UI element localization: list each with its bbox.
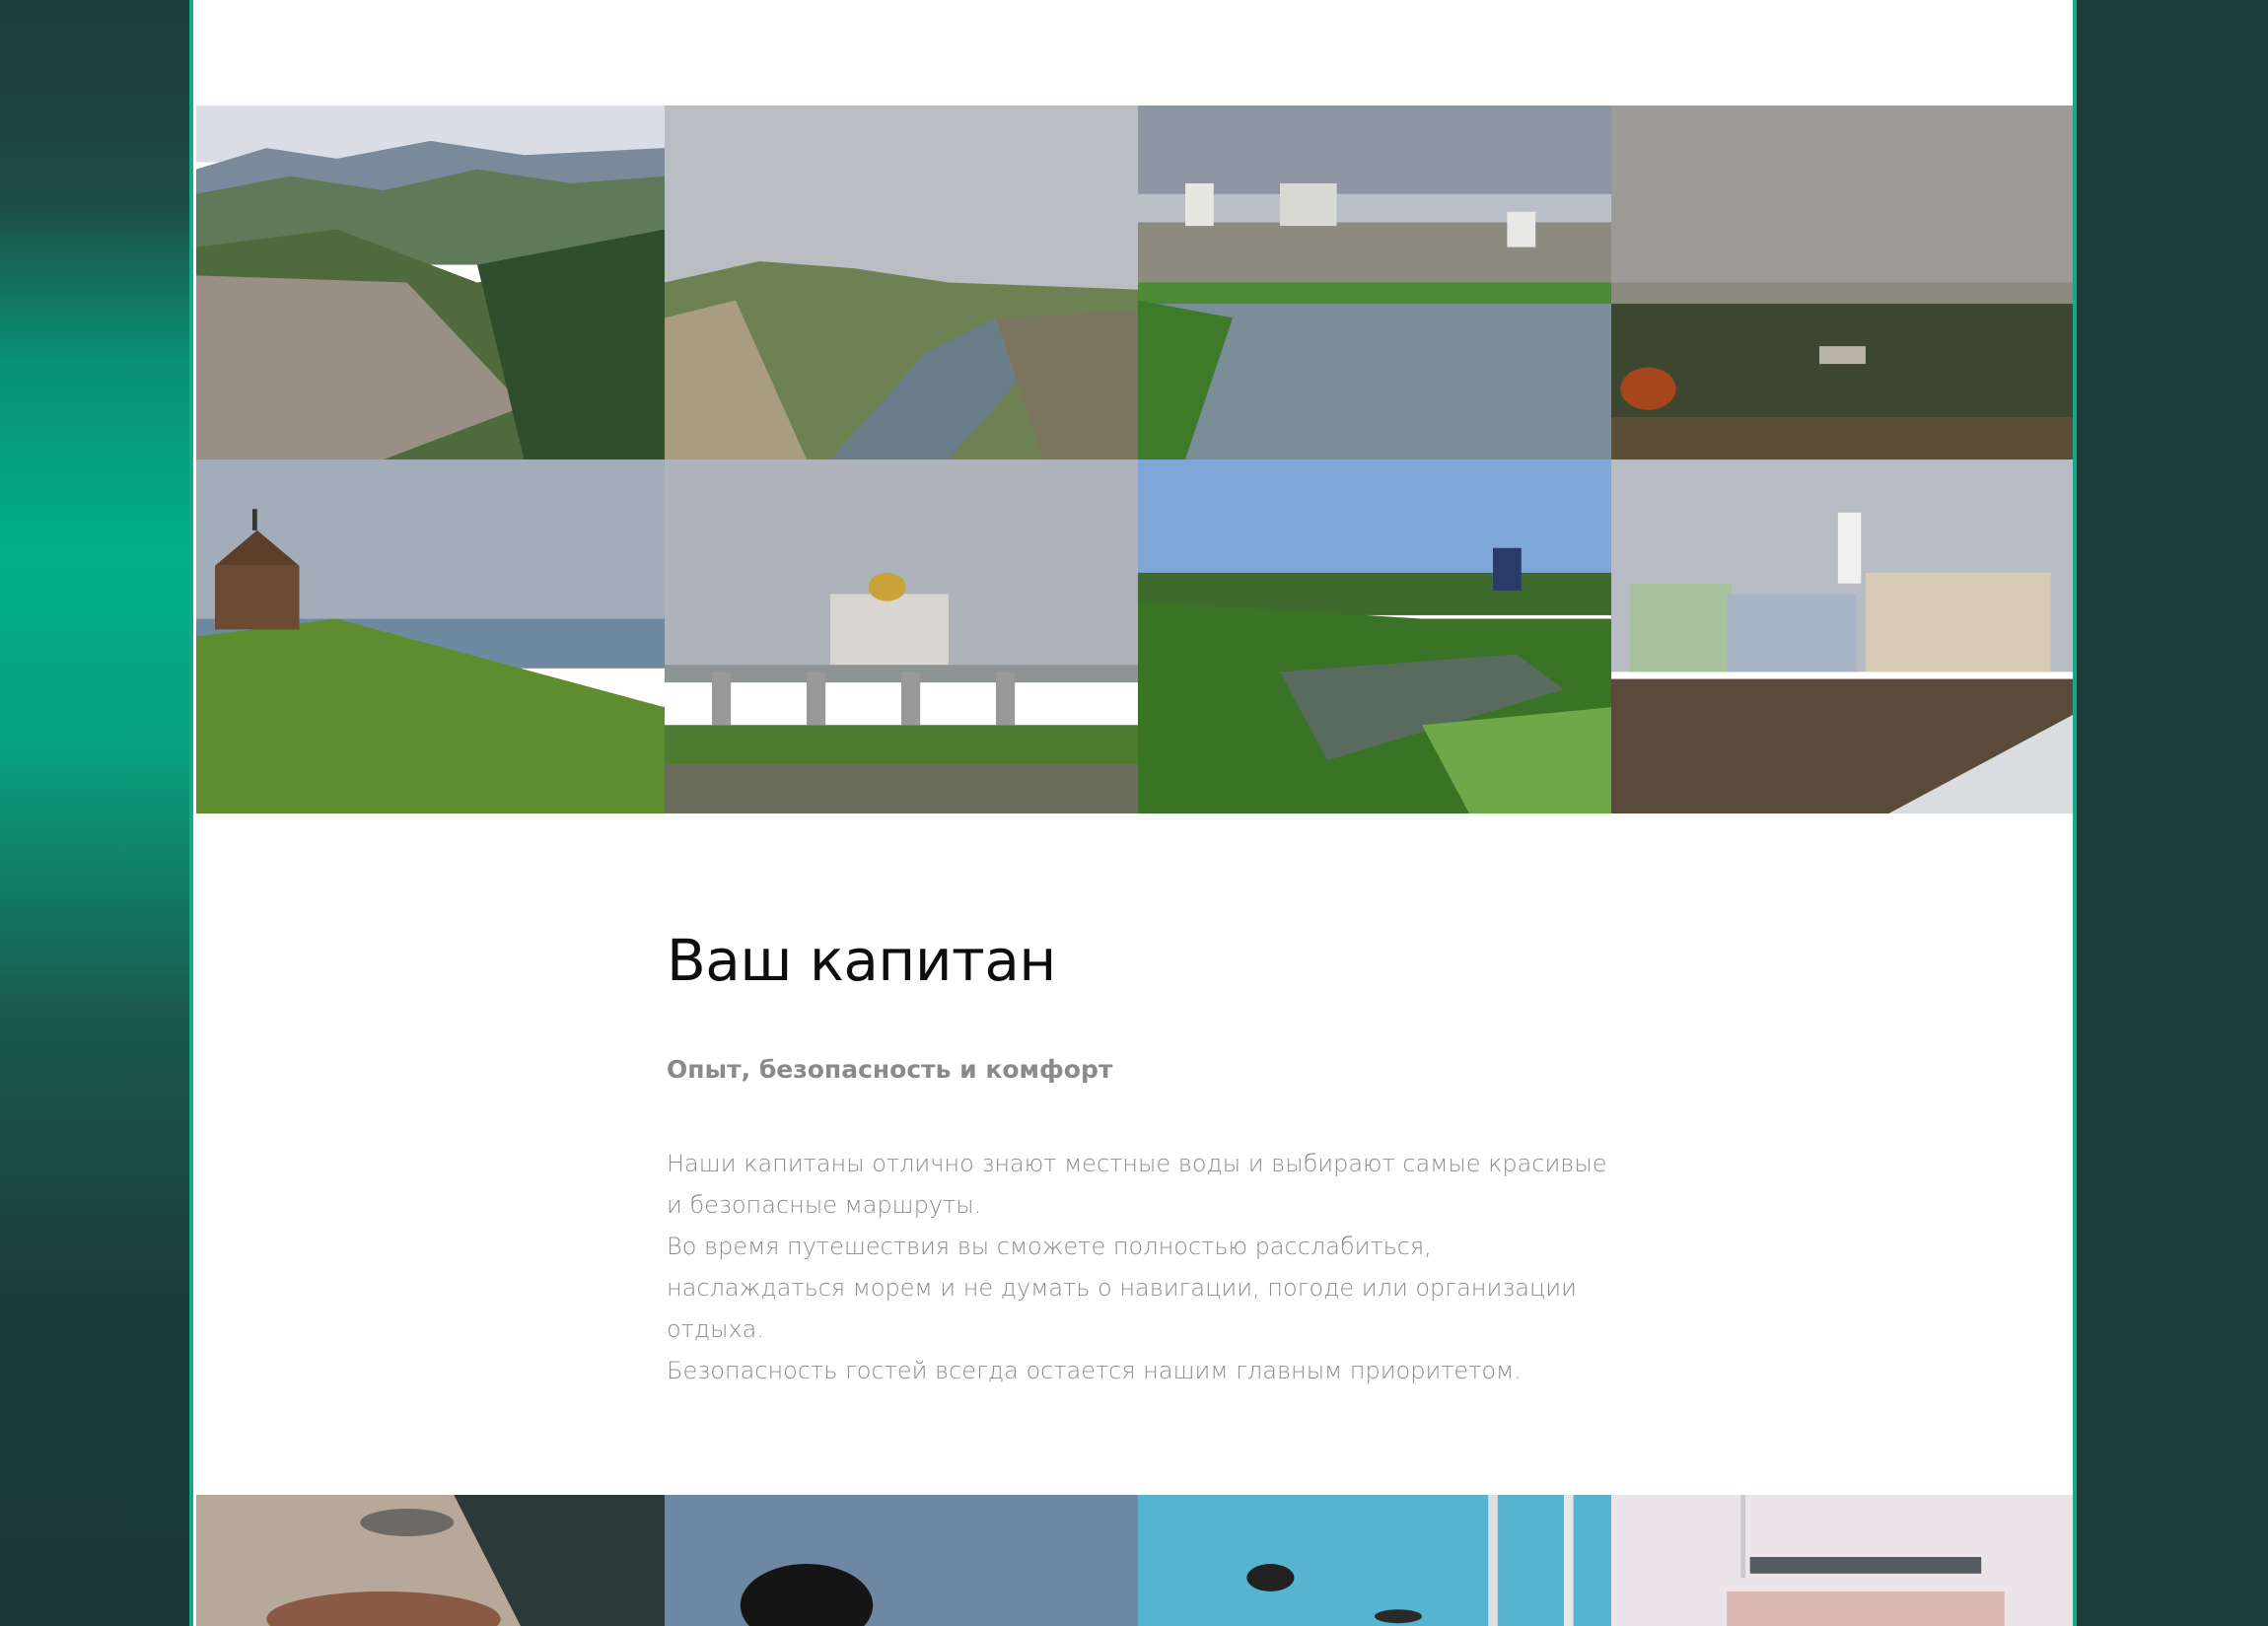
landscape-gallery: [196, 106, 2073, 813]
section-subtitle: Опыт, безопасность и комфорт: [667, 1055, 1113, 1084]
right-backdrop: [2077, 0, 2268, 1626]
description-paragraph: Наши капитаны отлично знают местные воды…: [667, 1150, 1607, 1219]
cathedral-bridge-photo: [665, 460, 1138, 813]
section-title: Ваш капитан: [667, 927, 1056, 994]
section-description: Наши капитаны отлично знают местные воды…: [667, 1143, 1613, 1391]
mountain-town-photo: [196, 106, 665, 460]
sailing-yacht-photo: [1138, 1495, 1611, 1626]
lighthouse-houses-snow-photo: [1611, 460, 2073, 813]
captain-section: Ваш капитан Опыт, безопасность и комфорт…: [667, 927, 1613, 1391]
page-card: Ваш капитан Опыт, безопасность и комфорт…: [189, 0, 2077, 1626]
captain-hands-photo: [196, 1495, 665, 1626]
captain-portrait-photo: [665, 1495, 1138, 1626]
village-overcast-photo: [1611, 106, 2073, 460]
yacht-deck-photo: [1611, 1495, 2073, 1626]
description-paragraph: Во время путешествия вы сможете полность…: [667, 1233, 1577, 1343]
river-valley-cliff-photo: [665, 106, 1138, 460]
monastery-lake-photo: [1138, 106, 1611, 460]
captain-gallery: [196, 1495, 2073, 1626]
green-river-town-photo: [1138, 460, 1611, 813]
wooden-church-hill-photo: [196, 460, 665, 813]
description-paragraph: Безопасность гостей всегда остается наши…: [667, 1357, 1522, 1384]
